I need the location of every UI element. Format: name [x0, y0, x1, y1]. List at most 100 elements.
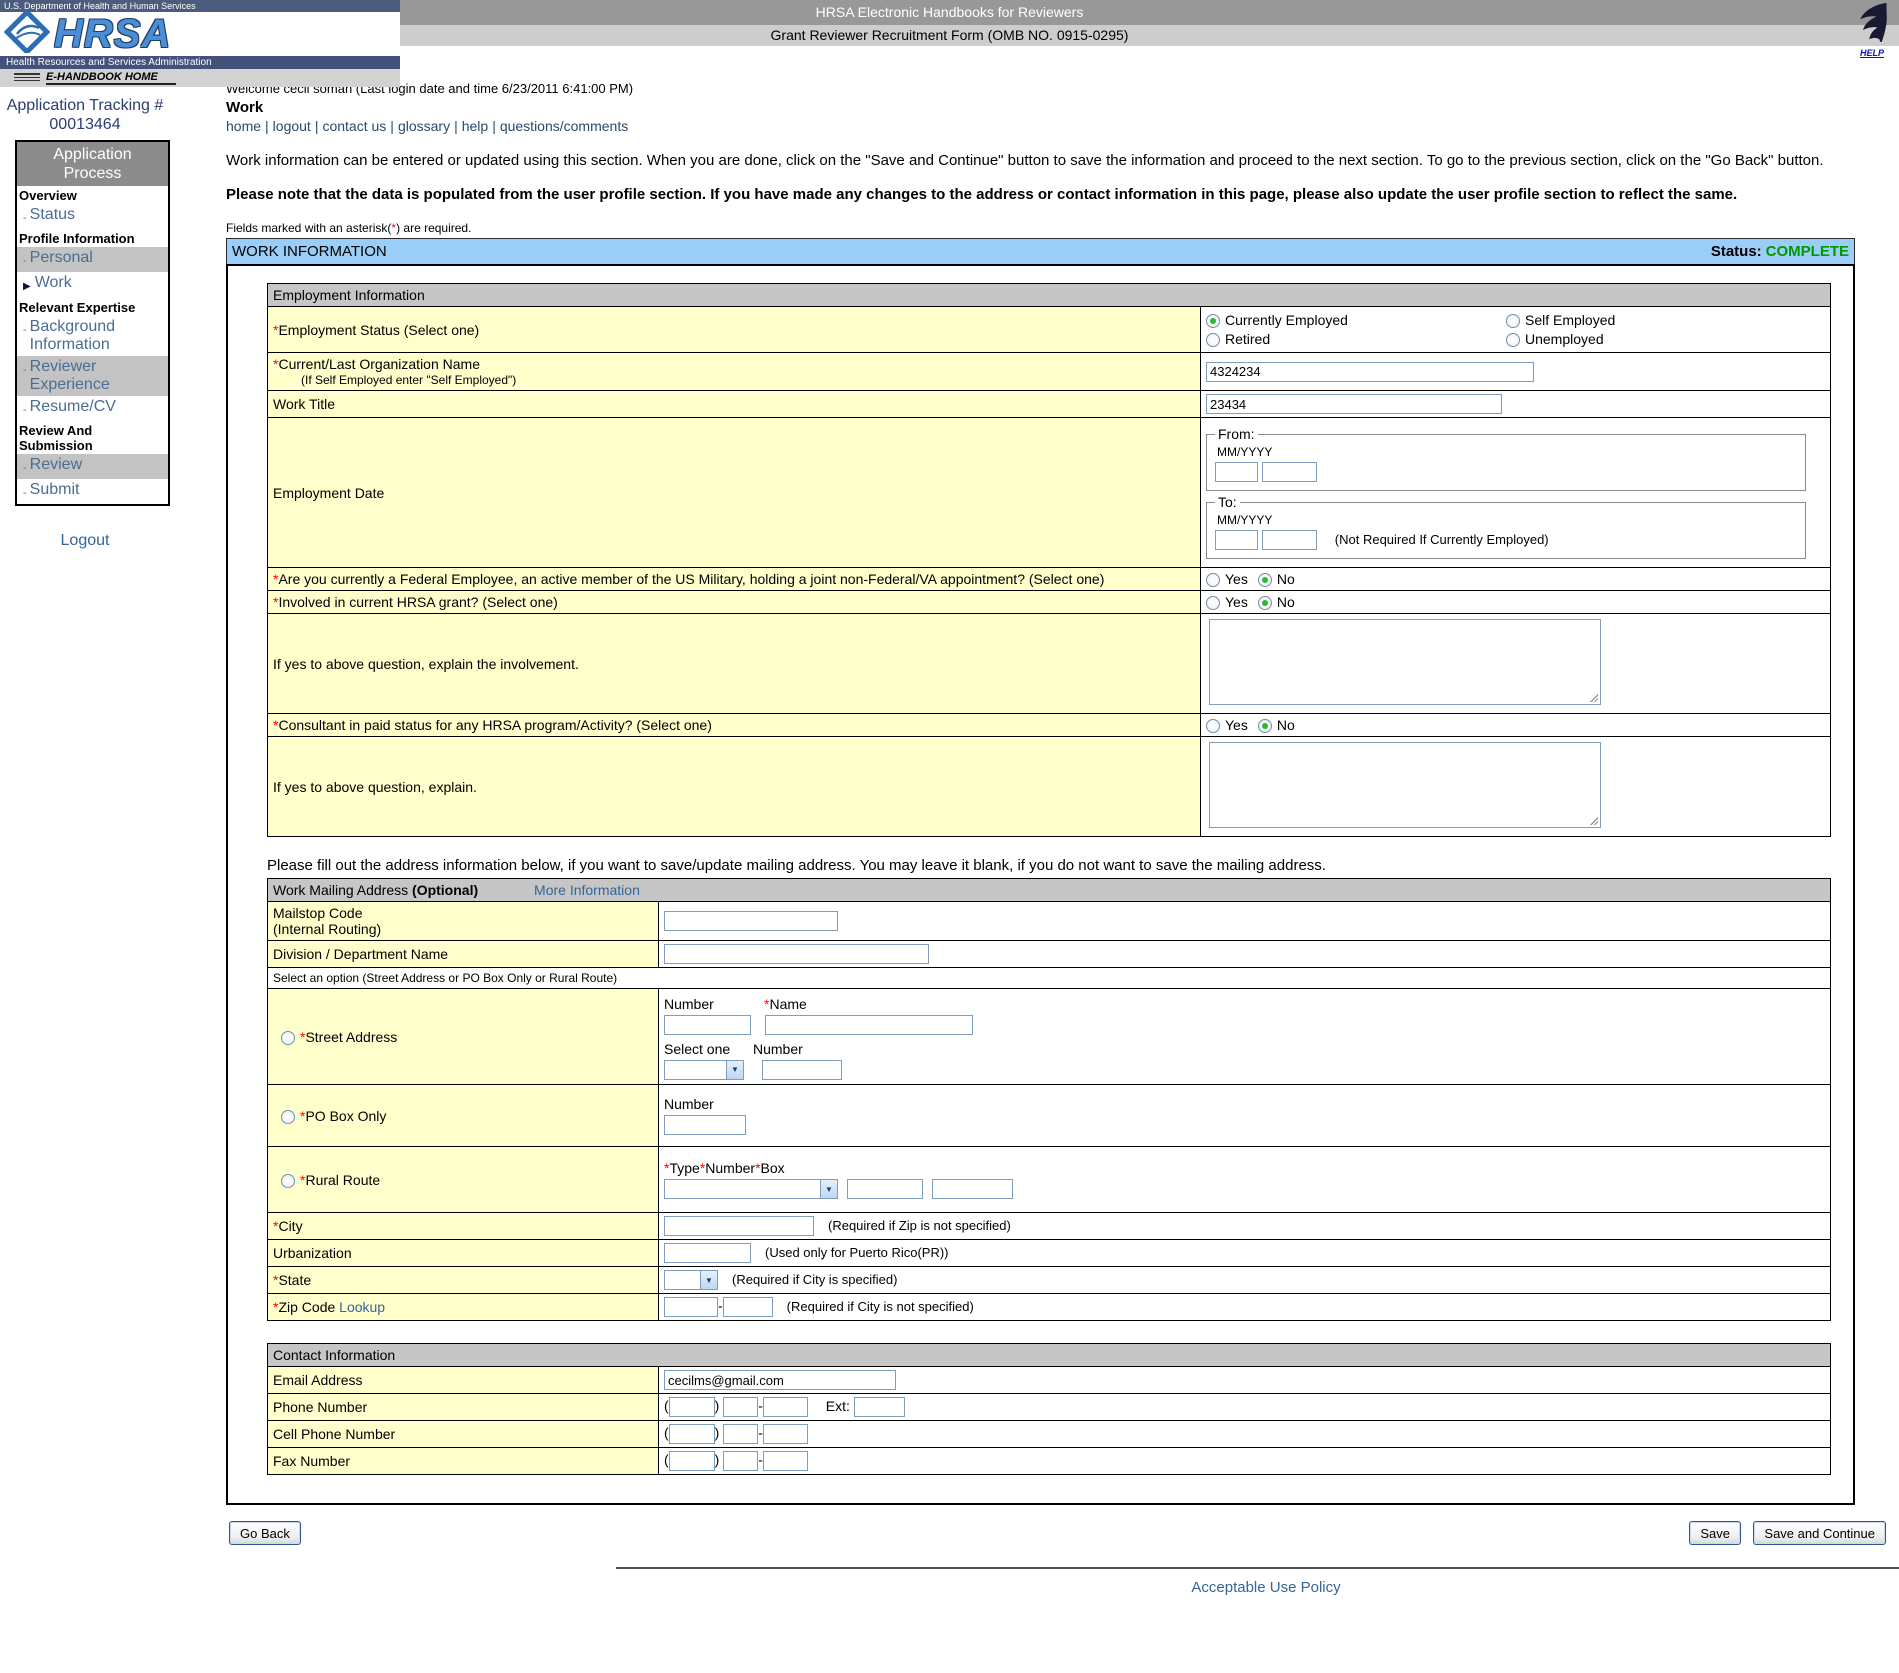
- tree-dash-icon: -: [23, 401, 27, 419]
- urbanization-input[interactable]: [664, 1243, 751, 1263]
- fax-line-input[interactable]: [763, 1451, 808, 1471]
- zip-lookup-link[interactable]: Lookup: [339, 1299, 385, 1315]
- sidebar-item-review[interactable]: -Review: [17, 454, 168, 479]
- city-note: (Required if Zip is not specified): [828, 1218, 1011, 1233]
- work-title-input[interactable]: [1206, 394, 1502, 414]
- radio-icon[interactable]: [281, 1110, 295, 1124]
- radio-icon[interactable]: [1258, 596, 1272, 610]
- help-link[interactable]: HELP: [1853, 48, 1891, 58]
- hrsa-grant-radio-group: Yes No: [1206, 594, 1825, 610]
- radio-icon[interactable]: [1258, 573, 1272, 587]
- mailstop-code-input[interactable]: [664, 911, 838, 931]
- phone-line-input[interactable]: [763, 1397, 808, 1417]
- cell-area-input[interactable]: [669, 1424, 715, 1444]
- nav-home-link[interactable]: home: [226, 118, 261, 134]
- urbanization-note: (Used only for Puerto Rico(PR)): [765, 1245, 949, 1260]
- radio-grant-yes[interactable]: Yes: [1206, 594, 1248, 610]
- organization-name-input[interactable]: [1206, 362, 1534, 382]
- from-label: From:: [1215, 426, 1258, 442]
- consultant-explain-textarea[interactable]: [1209, 742, 1601, 828]
- zip-code-input[interactable]: [664, 1297, 718, 1317]
- zip-plus4-input[interactable]: [723, 1297, 773, 1317]
- rural-box-input[interactable]: [932, 1179, 1013, 1199]
- cell-prefix-input[interactable]: [723, 1424, 758, 1444]
- acceptable-use-policy-link[interactable]: Acceptable Use Policy: [1191, 1579, 1340, 1596]
- dept-title: U.S. Department of Health and Human Serv…: [0, 0, 400, 12]
- radio-icon[interactable]: [281, 1174, 295, 1188]
- radio-icon[interactable]: [1206, 596, 1220, 610]
- rural-route-option[interactable]: *Rural Route: [268, 1147, 659, 1213]
- radio-unemployed[interactable]: Unemployed: [1506, 331, 1825, 347]
- street-name-input[interactable]: [765, 1015, 973, 1035]
- ehandbook-home-link[interactable]: E-HANDBOOK HOME: [46, 71, 176, 85]
- save-and-continue-button[interactable]: Save and Continue: [1753, 1521, 1886, 1545]
- involvement-explain-textarea[interactable]: [1209, 619, 1601, 705]
- resize-grip-icon: [1589, 693, 1598, 702]
- nav-contact-us-link[interactable]: contact us: [322, 118, 386, 134]
- radio-icon[interactable]: [1206, 333, 1220, 347]
- from-month-input[interactable]: [1215, 462, 1258, 482]
- radio-icon[interactable]: [1206, 314, 1220, 328]
- nav-questions-comments-link[interactable]: questions/comments: [500, 118, 628, 134]
- nav-logout-link[interactable]: logout: [273, 118, 311, 134]
- sidebar-item-background-information[interactable]: -Background Information: [17, 316, 168, 356]
- to-month-input[interactable]: [1215, 530, 1258, 550]
- sidebar-item-resume-cv[interactable]: -Resume/CV: [17, 396, 168, 421]
- ehandbook-lines-icon: [14, 73, 40, 83]
- phone-prefix-input[interactable]: [723, 1397, 758, 1417]
- radio-federal-yes[interactable]: Yes: [1206, 571, 1248, 587]
- page-title: Work: [226, 99, 1899, 116]
- street-direction-select[interactable]: [664, 1060, 744, 1080]
- more-information-link[interactable]: More Information: [534, 882, 640, 898]
- radio-grant-no[interactable]: No: [1258, 594, 1295, 610]
- cell-line-input[interactable]: [763, 1424, 808, 1444]
- po-box-number-input[interactable]: [664, 1115, 746, 1135]
- nav-separator: |: [265, 118, 269, 134]
- radio-retired[interactable]: Retired: [1206, 331, 1506, 347]
- sidebar-logout-link[interactable]: Logout: [61, 532, 110, 549]
- po-box-option[interactable]: *PO Box Only: [268, 1085, 659, 1147]
- radio-consultant-yes[interactable]: Yes: [1206, 717, 1248, 733]
- nav-help-link[interactable]: help: [462, 118, 488, 134]
- street-number-input[interactable]: [664, 1015, 751, 1035]
- radio-icon[interactable]: [1258, 719, 1272, 733]
- state-select[interactable]: [664, 1270, 718, 1290]
- sidebar-item-submit[interactable]: -Submit: [17, 479, 168, 504]
- city-input[interactable]: [664, 1216, 814, 1236]
- work-mailing-address-table: Work Mailing Address (Optional) More Inf…: [267, 878, 1831, 1321]
- fax-prefix-input[interactable]: [723, 1451, 758, 1471]
- email-address-input[interactable]: [664, 1370, 896, 1390]
- sidebar-item-reviewer-experience[interactable]: -Reviewer Experience: [17, 356, 168, 396]
- from-year-input[interactable]: [1262, 462, 1317, 482]
- employment-information-header: Employment Information: [268, 284, 1831, 307]
- sidebar-item-work[interactable]: Work: [17, 272, 168, 298]
- radio-consultant-no[interactable]: No: [1258, 717, 1295, 733]
- radio-icon[interactable]: [1506, 314, 1520, 328]
- radio-icon[interactable]: [1206, 719, 1220, 733]
- fax-area-input[interactable]: [669, 1451, 715, 1471]
- rural-number-input[interactable]: [847, 1179, 923, 1199]
- radio-currently-employed[interactable]: Currently Employed: [1206, 312, 1506, 328]
- radio-federal-no[interactable]: No: [1258, 571, 1295, 587]
- save-button[interactable]: Save: [1689, 1521, 1741, 1545]
- to-year-input[interactable]: [1262, 530, 1317, 550]
- chevron-down-icon: [820, 1180, 837, 1198]
- rural-box-label: *Box: [755, 1160, 785, 1176]
- tree-dash-icon: -: [23, 484, 27, 502]
- division-name-input[interactable]: [664, 944, 929, 964]
- phone-area-input[interactable]: [669, 1397, 715, 1417]
- radio-icon[interactable]: [281, 1031, 295, 1045]
- sidebar-item-status[interactable]: -Status: [17, 204, 168, 229]
- rural-type-select[interactable]: [664, 1179, 838, 1199]
- street-number2-input[interactable]: [762, 1060, 842, 1080]
- go-back-button[interactable]: Go Back: [229, 1521, 301, 1545]
- radio-self-employed[interactable]: Self Employed: [1506, 312, 1825, 328]
- nav-glossary-link[interactable]: glossary: [398, 118, 450, 134]
- sidebar-item-personal[interactable]: -Personal: [17, 247, 168, 272]
- radio-icon[interactable]: [1206, 573, 1220, 587]
- employment-information-table: Employment Information *Employment Statu…: [267, 283, 1831, 837]
- street-address-option[interactable]: *Street Address: [268, 989, 659, 1085]
- resize-grip-icon: [1589, 816, 1598, 825]
- phone-ext-input[interactable]: [854, 1397, 905, 1417]
- radio-icon[interactable]: [1506, 333, 1520, 347]
